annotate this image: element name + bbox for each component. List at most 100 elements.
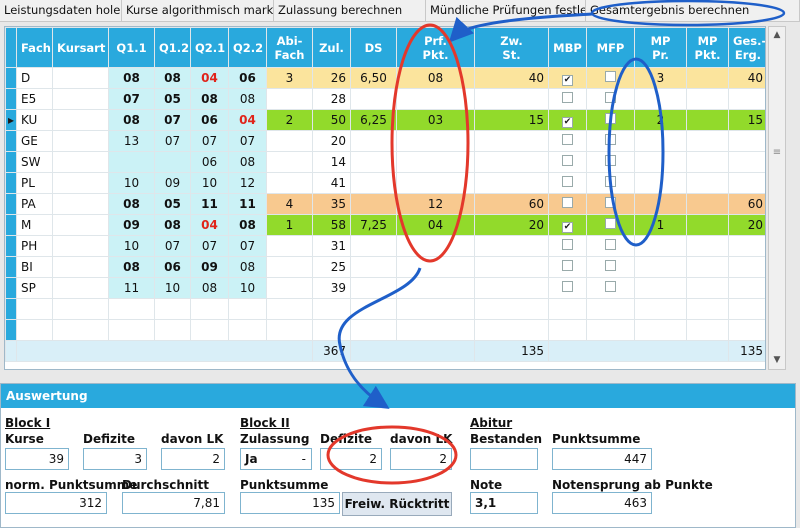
cell-q22[interactable]: 07	[228, 130, 267, 152]
col-header-abi-fach[interactable]: Abi- Fach	[266, 27, 313, 68]
col-header-kursart[interactable]: Kursart	[52, 27, 109, 68]
cell-zul[interactable]: 26	[312, 67, 351, 89]
cell-zul[interactable]: 14	[312, 151, 351, 173]
cell-zw-st[interactable]	[474, 172, 549, 194]
cell-ds[interactable]	[350, 172, 397, 194]
cell-zul[interactable]: 58	[312, 214, 351, 236]
cell-mbp[interactable]	[548, 88, 587, 110]
cell-q11[interactable]: 09	[108, 214, 155, 236]
cell-q11[interactable]: 08	[108, 256, 155, 278]
cell-mbp[interactable]	[548, 130, 587, 152]
cell-mfp[interactable]	[586, 88, 635, 110]
cell-mp-pkt[interactable]	[686, 88, 729, 110]
cell-q11[interactable]: 07	[108, 88, 155, 110]
vertical-scrollbar[interactable]: ▲ ≡ ▼	[768, 26, 786, 370]
mbp-checkbox[interactable]	[562, 92, 573, 103]
table-row[interactable]: ▸ KU 08 07 06 04 2 50 6,25 03 15 ✔ 2 15	[5, 109, 765, 131]
cell-q11[interactable]: 11	[108, 277, 155, 299]
cell-prf-pkt[interactable]	[396, 235, 475, 257]
cell-mp-pr[interactable]	[634, 130, 687, 152]
cell-ds[interactable]	[350, 277, 397, 299]
col-header-q11[interactable]: Q1.1	[108, 27, 155, 68]
cell-abi-fach[interactable]	[266, 130, 313, 152]
cell-q21[interactable]: 10	[190, 172, 229, 194]
table-row[interactable]: BI 08 06 09 08 25	[5, 256, 765, 278]
mfp-checkbox[interactable]	[605, 281, 616, 292]
col-header-fach[interactable]: Fach	[16, 27, 53, 68]
cell-q22[interactable]: 06	[228, 67, 267, 89]
cell-q11[interactable]: 10	[108, 235, 155, 257]
mfp-checkbox[interactable]	[605, 197, 616, 208]
cell-q22[interactable]: 08	[228, 214, 267, 236]
cell-q11[interactable]: 08	[108, 67, 155, 89]
cell-q12[interactable]: 10	[154, 277, 191, 299]
cell-abi-fach[interactable]: 4	[266, 193, 313, 215]
cell-abi-fach[interactable]	[266, 256, 313, 278]
mfp-checkbox[interactable]	[605, 113, 616, 124]
col-header-zul[interactable]: Zul.	[312, 27, 351, 68]
cell-zul[interactable]: 41	[312, 172, 351, 194]
cell-prf-pkt[interactable]: 08	[396, 67, 475, 89]
table-row[interactable]: SP 11 10 08 10 39	[5, 277, 765, 299]
table-row[interactable]: SW 06 08 14	[5, 151, 765, 173]
cell-zul[interactable]: 39	[312, 277, 351, 299]
cell-zw-st[interactable]	[474, 256, 549, 278]
cell-abi-fach[interactable]: 2	[266, 109, 313, 131]
mbp-checkbox[interactable]	[562, 134, 573, 145]
tab-muendliche-pruefungen[interactable]: Mündliche Prüfungen festlegen	[426, 0, 586, 22]
cell-mp-pr[interactable]	[634, 172, 687, 194]
freiw-ruecktritt-button[interactable]: Freiw. Rücktritt	[342, 492, 452, 516]
punktsumme2-field[interactable]: 135	[240, 492, 340, 514]
cell-kursart[interactable]	[52, 109, 109, 131]
mbp-checkbox[interactable]: ✔	[562, 221, 573, 233]
cell-abi-fach[interactable]: 3	[266, 67, 313, 89]
cell-kursart[interactable]	[52, 67, 109, 89]
col-header-ds[interactable]: DS	[350, 27, 397, 68]
cell-ds[interactable]	[350, 256, 397, 278]
cell-fach[interactable]: M	[16, 214, 53, 236]
col-header-q12[interactable]: Q1.2	[154, 27, 191, 68]
cell-q12[interactable]: 09	[154, 172, 191, 194]
cell-mbp[interactable]	[548, 151, 587, 173]
kurse-field[interactable]: 39	[5, 448, 69, 470]
cell-mp-pkt[interactable]	[686, 67, 729, 89]
cell-mp-pkt[interactable]	[686, 109, 729, 131]
cell-prf-pkt[interactable]: 12	[396, 193, 475, 215]
cell-ds[interactable]	[350, 130, 397, 152]
cell-mp-pr[interactable]: 1	[634, 214, 687, 236]
cell-q12[interactable]: 07	[154, 130, 191, 152]
cell-mp-pr[interactable]	[634, 151, 687, 173]
cell-q11[interactable]: 08	[108, 193, 155, 215]
cell-fach[interactable]: PL	[16, 172, 53, 194]
cell-ges-erg[interactable]: 15	[728, 109, 765, 131]
mfp-checkbox[interactable]	[605, 92, 616, 103]
cell-mbp[interactable]	[548, 235, 587, 257]
cell-q22[interactable]: 04	[228, 109, 267, 131]
notensprung-field[interactable]: 463	[552, 492, 652, 514]
table-row[interactable]: M 09 08 04 08 1 58 7,25 04 20 ✔ 1 20	[5, 214, 765, 236]
cell-q22[interactable]: 07	[228, 235, 267, 257]
cell-mp-pkt[interactable]	[686, 193, 729, 215]
cell-ges-erg[interactable]	[728, 88, 765, 110]
cell-zw-st[interactable]: 60	[474, 193, 549, 215]
col-header-zw-st[interactable]: Zw. St.	[474, 27, 549, 68]
cell-ges-erg[interactable]	[728, 277, 765, 299]
cell-ds[interactable]: 6,50	[350, 67, 397, 89]
cell-ds[interactable]	[350, 88, 397, 110]
cell-ges-erg[interactable]: 20	[728, 214, 765, 236]
mbp-checkbox[interactable]	[562, 239, 573, 250]
cell-ges-erg[interactable]	[728, 130, 765, 152]
cell-prf-pkt[interactable]	[396, 130, 475, 152]
cell-kursart[interactable]	[52, 193, 109, 215]
cell-ds[interactable]: 7,25	[350, 214, 397, 236]
cell-mfp[interactable]	[586, 172, 635, 194]
cell-q12[interactable]: 07	[154, 235, 191, 257]
cell-q22[interactable]: 10	[228, 277, 267, 299]
cell-zw-st[interactable]	[474, 235, 549, 257]
lk1-field[interactable]: 2	[161, 448, 225, 470]
scroll-down-icon[interactable]: ▼	[769, 352, 785, 369]
mbp-checkbox[interactable]	[562, 260, 573, 271]
cell-fach[interactable]: PA	[16, 193, 53, 215]
cell-mbp[interactable]	[548, 277, 587, 299]
cell-ges-erg[interactable]	[728, 151, 765, 173]
